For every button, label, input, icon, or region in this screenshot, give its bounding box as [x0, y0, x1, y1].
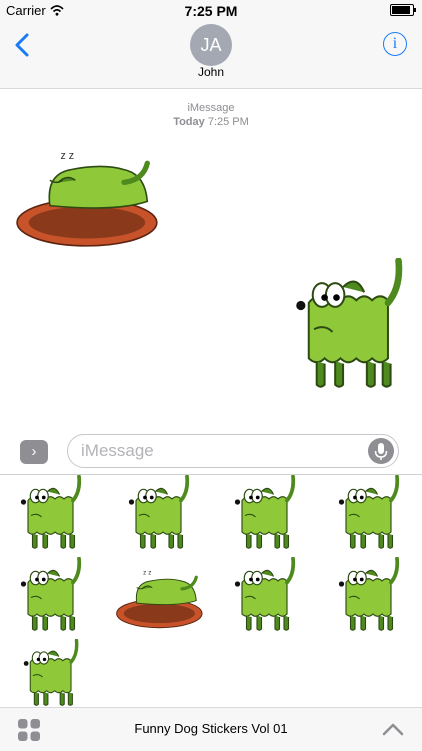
avatar-initials: JA [200, 34, 222, 55]
chevron-up-icon[interactable] [382, 722, 404, 736]
sticker-drawer [0, 475, 422, 707]
message-input-bar: › iMessage [0, 430, 422, 475]
app-tray: Funny Dog Stickers Vol 01 [0, 707, 422, 751]
time-label: 7:25 PM [207, 116, 249, 128]
drawer-sticker-3[interactable] [224, 475, 308, 550]
drawer-sticker-5[interactable] [10, 557, 94, 632]
date-line: Today 7:25 PM [0, 115, 422, 129]
drawer-sticker-8[interactable] [328, 557, 412, 632]
received-sticker[interactable] [13, 140, 163, 248]
info-icon[interactable]: i [383, 32, 407, 56]
drawer-sticker-4[interactable] [328, 475, 412, 550]
info-glyph: i [392, 35, 398, 52]
drawer-sticker-7[interactable] [224, 557, 308, 632]
status-time: 7:25 PM [184, 3, 238, 19]
back-chevron-icon[interactable] [12, 32, 34, 58]
conversation-header: JA John i [0, 22, 422, 89]
drawer-sticker-9[interactable] [10, 639, 94, 707]
status-bar: Carrier 7:25 PM [0, 0, 422, 22]
service-label: iMessage [187, 102, 235, 114]
conversation-timestamp: iMessage Today 7:25 PM [0, 101, 422, 129]
message-input[interactable]: iMessage [67, 434, 399, 468]
drawer-sticker-1[interactable] [10, 475, 94, 550]
contact-avatar[interactable]: JA [190, 24, 232, 66]
apps-glyph: › [31, 443, 37, 460]
microphone-icon[interactable] [368, 438, 394, 464]
day-label: Today [173, 116, 205, 128]
contact-name[interactable]: John [0, 65, 422, 79]
sticker-pack-title: Funny Dog Stickers Vol 01 [134, 721, 288, 736]
message-placeholder: iMessage [81, 441, 154, 460]
battery-icon [390, 4, 416, 16]
drawer-sticker-6[interactable] [112, 563, 208, 629]
status-right [390, 4, 416, 16]
sent-sticker[interactable] [292, 258, 410, 390]
apps-icon[interactable]: › [20, 440, 48, 464]
drawer-sticker-2[interactable] [118, 475, 202, 550]
